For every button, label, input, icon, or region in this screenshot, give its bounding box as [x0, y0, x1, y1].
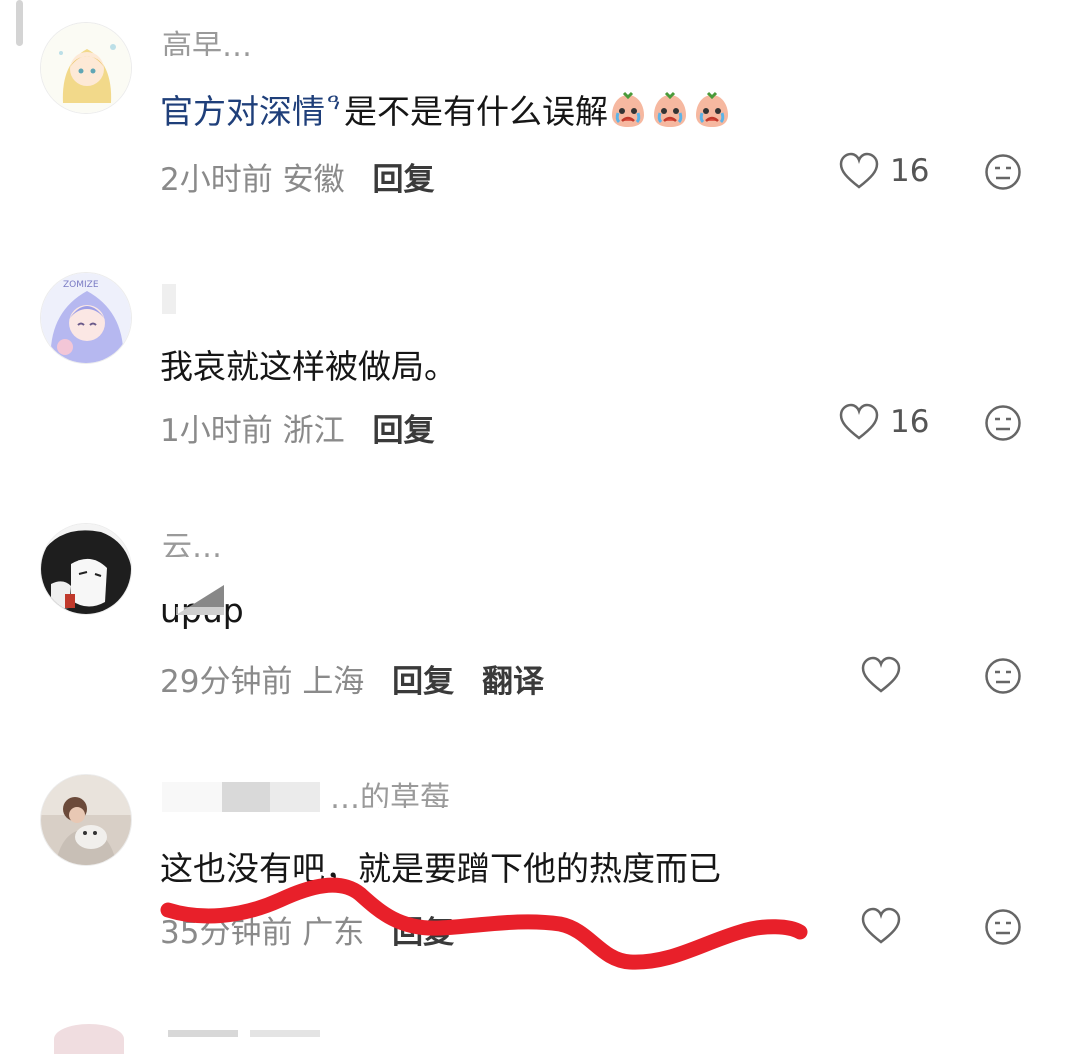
location: 上海 [302, 664, 365, 700]
like-button[interactable] [860, 656, 912, 694]
translate-button[interactable]: 翻译 [482, 664, 544, 700]
redaction-mark [176, 585, 224, 615]
timestamp: 1小时前 [160, 413, 273, 449]
avatar[interactable] [40, 22, 132, 114]
location: 广东 [302, 915, 365, 951]
comment-meta: 1小时前 浙江 回复 [160, 405, 434, 450]
username[interactable]: …的草莓 [330, 782, 450, 808]
comment-item: …的草莓 这也没有吧，就是要蹭下他的热度而已 35分钟前 广东 回复 [0, 774, 1080, 1024]
comment-meta: 35分钟前 广东 回复 [160, 907, 454, 952]
timestamp: 29分钟前 [160, 664, 293, 700]
location: 浙江 [282, 413, 345, 449]
mention-link[interactable]: 官方对深情 [160, 92, 325, 131]
comment-item: 云… upup 29分钟前 上海 回复 翻译 [0, 523, 1080, 773]
svg-text:ZOMIZE: ZOMIZE [63, 280, 99, 290]
comment-item: ZOMIZE 我哀就这样被做局。 1小时前 浙江 回复 16 [0, 272, 1080, 522]
heart-outline-icon [861, 656, 901, 693]
redacted-username [162, 284, 176, 314]
redacted-username [162, 782, 320, 812]
avatar[interactable] [40, 523, 132, 615]
username[interactable]: 云… [162, 531, 222, 557]
timestamp: 35分钟前 [160, 915, 293, 951]
like-button[interactable]: 16 [838, 152, 929, 190]
crying-face-emoji [608, 91, 734, 131]
avatar[interactable] [40, 774, 132, 866]
timestamp: 2小时前 [160, 162, 273, 198]
avatar[interactable]: ZOMIZE [40, 272, 132, 364]
avatar[interactable] [54, 1024, 124, 1054]
username-partial [168, 1030, 238, 1037]
comment-item: 高早… 官方对深情ዓ 是不是有什么误解 2小时前 安徽 回复 16 [0, 22, 1080, 272]
reply-button[interactable]: 回复 [372, 162, 434, 198]
comment-meta: 2小时前 安徽 回复 [160, 154, 434, 199]
neutral-face-icon[interactable] [984, 908, 1022, 946]
reply-button[interactable]: 回复 [392, 915, 454, 951]
like-count: 16 [890, 153, 930, 189]
heart-outline-icon [839, 403, 879, 440]
neutral-face-icon[interactable] [984, 404, 1022, 442]
neutral-face-icon[interactable] [984, 657, 1022, 695]
username[interactable]: 高早… [162, 30, 252, 56]
like-count: 16 [890, 404, 930, 440]
neutral-face-icon[interactable] [984, 153, 1022, 191]
reply-button[interactable]: 回复 [392, 664, 454, 700]
reply-button[interactable]: 回复 [372, 413, 434, 449]
heart-outline-icon [861, 907, 901, 944]
location: 安徽 [282, 162, 345, 198]
pin-icon: ዓ [327, 90, 340, 115]
like-button[interactable]: 16 [838, 403, 929, 441]
comment-text: 官方对深情ዓ 是不是有什么误解 [160, 85, 734, 133]
heart-outline-icon [839, 152, 879, 189]
comment-meta: 29分钟前 上海 回复 翻译 [160, 656, 544, 701]
comment-text: 这也没有吧，就是要蹭下他的热度而已 [160, 849, 721, 888]
comment-text: 我哀就这样被做局。 [160, 347, 457, 386]
like-button[interactable] [860, 907, 912, 945]
username-partial [250, 1030, 320, 1037]
